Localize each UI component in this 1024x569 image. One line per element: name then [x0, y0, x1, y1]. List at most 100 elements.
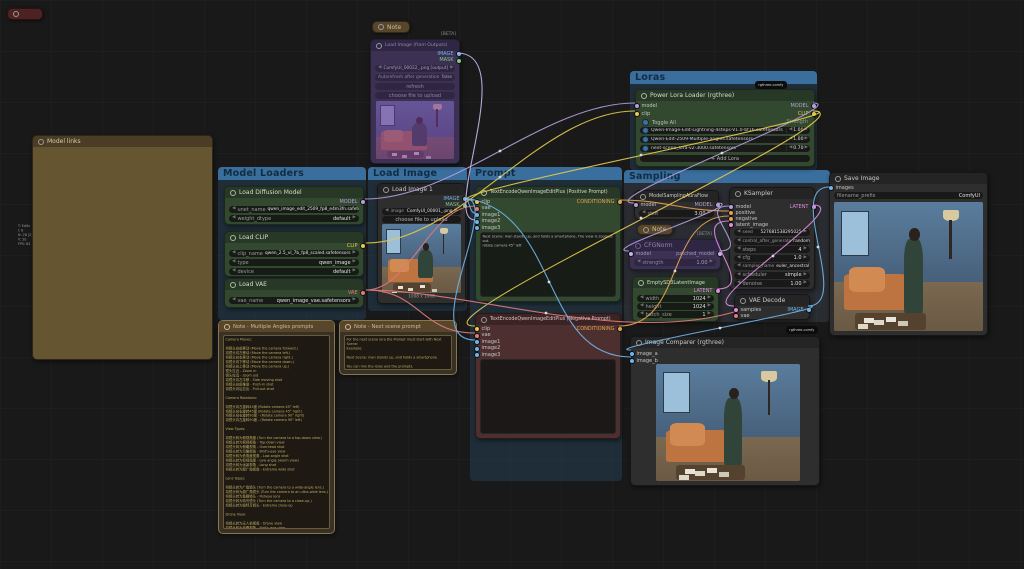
- right-arrow-icon[interactable]: ▶: [805, 146, 808, 151]
- refresh-button[interactable]: refresh: [375, 83, 455, 90]
- input-image3-port[interactable]: image3: [474, 225, 501, 231]
- node-graph-canvas[interactable]: T: Edits I: 8 N: 28 [2] V: 50 FPS: 84 Mo…: [0, 0, 1024, 569]
- ksampler-node[interactable]: KSampler model positive negative latent_…: [729, 187, 815, 290]
- upload-button[interactable]: choose file to upload: [382, 216, 461, 223]
- model-links-note-node[interactable]: Model links: [32, 135, 213, 360]
- right-arrow-icon[interactable]: ▶: [353, 260, 356, 265]
- type-widget[interactable]: ◀ type qwen_image ▶: [229, 259, 359, 266]
- model-sampling-auraflow-node[interactable]: ModelSamplingAuraFlow model MODEL ◀ shif…: [634, 190, 719, 220]
- clip-name-widget[interactable]: ◀ clip_name qwen_2.5_vl_7b_fp8_scaled.sa…: [229, 250, 359, 257]
- left-arrow-icon[interactable]: ◀: [232, 216, 235, 221]
- output-conditioning-port[interactable]: CONDITIONING: [577, 199, 623, 205]
- node-title-bar[interactable]: VAE Decode: [735, 295, 809, 306]
- lora-row[interactable]: next-scene_lora-v2-3000.safetensors ◀ 0.…: [640, 145, 810, 152]
- right-arrow-icon[interactable]: ▶: [804, 281, 807, 286]
- right-arrow-icon[interactable]: ▶: [353, 216, 356, 221]
- node-title-bar[interactable]: CFGNorm: [630, 240, 720, 251]
- output-model-port[interactable]: MODEL: [339, 199, 365, 205]
- input-model-port[interactable]: model: [633, 202, 657, 208]
- load-clip-node[interactable]: Load CLIP CLIP ◀ clip_name qwen_2.5_vl_7…: [224, 231, 364, 277]
- input-clip-port[interactable]: clip: [634, 111, 651, 117]
- right-arrow-icon[interactable]: ▶: [708, 296, 711, 301]
- add-lora-button[interactable]: + Add Lora: [640, 155, 810, 162]
- cfg-widget[interactable]: ◀ cfg 1.0 ▶: [734, 255, 810, 262]
- input-vae-port[interactable]: vae: [474, 333, 491, 339]
- input-model-port[interactable]: model: [634, 103, 658, 109]
- left-arrow-icon[interactable]: ◀: [642, 211, 645, 216]
- node-title-bar[interactable]: TextEncodeQwenImageEditPlus (Positive Pr…: [476, 187, 620, 198]
- input-image-a-port[interactable]: image_a: [629, 351, 658, 357]
- sampler-name-widget[interactable]: ◀ sampler_name euler_ancestral ▶: [734, 263, 810, 270]
- lora-toggle-icon[interactable]: [642, 136, 649, 143]
- angles-note-node[interactable]: Note - Multiple Angles prompts Camera Mo…: [218, 320, 335, 534]
- left-arrow-icon[interactable]: ◀: [232, 298, 235, 303]
- batch-size-widget[interactable]: ◀ batch_size 1 ▶: [637, 311, 714, 318]
- left-arrow-icon[interactable]: ◀: [737, 230, 740, 235]
- right-arrow-icon[interactable]: ▶: [353, 298, 356, 303]
- control-after-generate-widget[interactable]: ◀ control_after_generate randomize ▶: [734, 238, 810, 245]
- prompt-textarea[interactable]: Next Scene: man stands up, and holds a s…: [480, 232, 616, 297]
- node-title-bar[interactable]: Load Image 1: [378, 184, 465, 195]
- node-title-bar[interactable]: Model links: [33, 136, 212, 147]
- collapsed-note-node[interactable]: [7, 8, 43, 20]
- height-widget[interactable]: ◀ height 1024 ▶: [637, 303, 714, 310]
- group-header[interactable]: Sampling: [624, 170, 830, 183]
- group-header[interactable]: Prompt: [470, 167, 622, 180]
- image-combo-widget[interactable]: ◀ ComfyUI_00022_.png [output] ▶: [375, 65, 455, 72]
- note-pill-top[interactable]: Note: [372, 21, 410, 33]
- shift-widget[interactable]: ◀ shift 3.00 ▶: [639, 210, 714, 217]
- output-model-port[interactable]: MODEL: [790, 103, 816, 109]
- input-image2-port[interactable]: image2: [474, 219, 501, 225]
- steps-widget[interactable]: ◀ steps 4 ▶: [734, 246, 810, 253]
- upload-button[interactable]: choose file to upload: [375, 92, 455, 99]
- output-latent-port[interactable]: LATENT: [694, 288, 721, 294]
- left-arrow-icon[interactable]: ◀: [385, 209, 388, 214]
- denoise-widget[interactable]: ◀ denoise 1.00 ▶: [734, 280, 810, 287]
- input-vae-port[interactable]: vae: [733, 313, 750, 319]
- node-title-bar[interactable]: Load CLIP: [225, 232, 363, 243]
- node-title-bar[interactable]: KSampler: [730, 188, 814, 199]
- width-widget[interactable]: ◀ width 1024 ▶: [637, 295, 714, 302]
- left-arrow-icon[interactable]: ◀: [232, 260, 235, 265]
- left-arrow-icon[interactable]: ◀: [232, 269, 235, 274]
- toggle-all-control[interactable]: Toggle All: [642, 119, 676, 126]
- node-title-bar[interactable]: Load VAE: [225, 279, 363, 290]
- right-arrow-icon[interactable]: ▶: [805, 137, 808, 142]
- node-title-bar[interactable]: Note - Next scene prompt: [340, 321, 456, 332]
- output-mask-port[interactable]: MASK: [439, 58, 461, 64]
- input-images-port[interactable]: images: [828, 185, 854, 191]
- left-arrow-icon[interactable]: ◀: [737, 264, 740, 269]
- input-latent-image-port[interactable]: latent_image: [728, 222, 769, 228]
- left-arrow-icon[interactable]: ◀: [737, 273, 740, 278]
- right-arrow-icon[interactable]: ▶: [708, 211, 711, 216]
- vae-name-widget[interactable]: ◀ vae_name qwen_image_vae.safetensors ▶: [229, 297, 359, 304]
- right-arrow-icon[interactable]: ▶: [805, 128, 808, 133]
- output-vae-port[interactable]: VAE: [348, 290, 366, 296]
- right-arrow-icon[interactable]: ▶: [710, 260, 713, 265]
- right-arrow-icon[interactable]: ▶: [708, 304, 711, 309]
- lora-strength-control[interactable]: ◀ 0.70 ▶: [786, 146, 808, 151]
- load-vae-node[interactable]: Load VAE VAE ◀ vae_name qwen_image_vae.s…: [224, 278, 364, 308]
- group-header[interactable]: Loras: [630, 71, 817, 84]
- lora-toggle-icon[interactable]: [642, 127, 649, 134]
- image-combo-widget[interactable]: ◀ image ComfyUI_00001_.png ▶: [382, 208, 461, 215]
- output-mask-port[interactable]: MASK: [445, 203, 467, 209]
- input-image3-port[interactable]: image3: [474, 352, 501, 358]
- left-arrow-icon[interactable]: ◀: [789, 128, 792, 133]
- load-image-node[interactable]: Load Image 1 IMAGE MASK ◀ image ComfyUI_…: [377, 183, 466, 304]
- left-arrow-icon[interactable]: ◀: [737, 239, 740, 244]
- negative-prompt-node[interactable]: TextEncodeQwenImageEditPlus (Negative Pr…: [475, 313, 621, 439]
- lora-strength-control[interactable]: ◀ 1.00 ▶: [786, 128, 808, 133]
- strength-widget[interactable]: ◀ strength 1.00 ▶: [634, 259, 716, 266]
- right-arrow-icon[interactable]: ▶: [804, 247, 807, 252]
- left-arrow-icon[interactable]: ◀: [232, 207, 235, 212]
- unet-name-widget[interactable]: ◀ unet_name qwen_image_edit_2509_fp8_e4m…: [229, 206, 359, 213]
- group-header[interactable]: Model Loaders: [218, 167, 366, 180]
- left-arrow-icon[interactable]: ◀: [737, 247, 740, 252]
- output-conditioning-port[interactable]: CONDITIONING: [577, 326, 623, 332]
- right-arrow-icon[interactable]: ▶: [450, 66, 453, 71]
- toggle-all-icon[interactable]: [642, 119, 649, 126]
- node-title-bar[interactable]: EmptySD3LatentImage: [633, 277, 718, 288]
- node-title-bar[interactable]: Power Lora Loader (rgthree): [636, 90, 814, 101]
- input-vae-port[interactable]: vae: [474, 206, 491, 212]
